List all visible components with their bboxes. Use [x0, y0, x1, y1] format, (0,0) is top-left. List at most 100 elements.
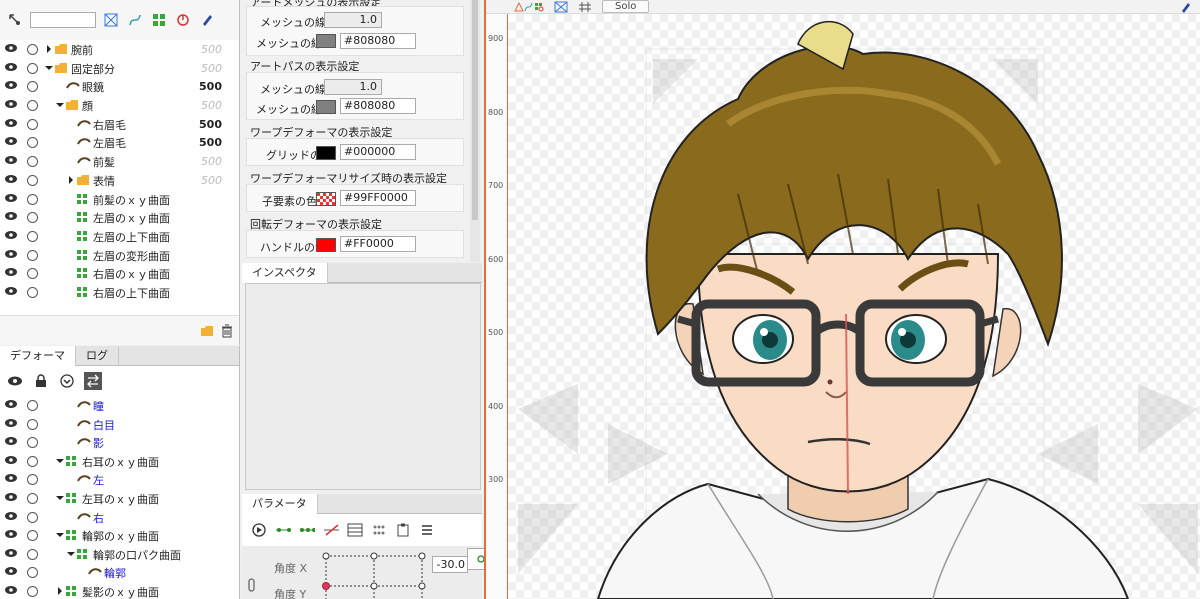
parts-row[interactable]: 右眉の上下曲面 — [0, 283, 239, 302]
visibility-eye-icon[interactable] — [4, 436, 18, 446]
link-icon[interactable] — [248, 578, 256, 592]
parts-row[interactable]: 顔 500 — [0, 96, 239, 115]
lock-toggle-circle[interactable] — [27, 492, 38, 504]
tab-inspector[interactable]: インスペクタ — [242, 263, 328, 283]
lock-toggle-circle[interactable] — [27, 100, 38, 112]
deformer-row[interactable]: 影 — [0, 433, 239, 452]
add-key-icon[interactable] — [274, 521, 292, 539]
deformer-row[interactable]: 右耳のｘｙ曲面 — [0, 452, 239, 471]
lock-toggle-circle[interactable] — [27, 511, 38, 523]
mesh-color-swatch[interactable] — [316, 34, 336, 48]
tab-parameter[interactable]: パラメータ — [242, 494, 318, 514]
deformer-row[interactable]: 左耳のｘｙ曲面 — [0, 489, 239, 508]
lock-toggle-circle[interactable] — [27, 548, 38, 560]
handle-color-input[interactable]: #FF0000 — [340, 236, 416, 252]
visibility-eye-icon[interactable] — [4, 267, 18, 277]
deformer-row[interactable]: 左 — [0, 470, 239, 489]
tab-log[interactable]: ログ — [76, 346, 119, 366]
lock-toggle-circle[interactable] — [27, 44, 38, 55]
parts-row[interactable]: 表情 500 — [0, 171, 239, 190]
visibility-eye-icon[interactable] — [4, 286, 18, 296]
visibility-eye-icon[interactable] — [4, 211, 18, 221]
deformer-row[interactable]: 白目 — [0, 415, 239, 434]
lock-toggle-circle[interactable] — [27, 137, 38, 149]
parts-row[interactable]: 左眉の上下曲面 — [0, 227, 239, 246]
canvas-view[interactable]: Solo 900 800 700 600 500 400 300 — [484, 0, 1200, 599]
visibility-eye-icon[interactable] — [4, 193, 18, 203]
parts-row[interactable]: 左眉毛 500 — [0, 133, 239, 152]
mesh-view-icon[interactable] — [554, 1, 568, 13]
lock-toggle-circle[interactable] — [27, 156, 38, 168]
lock-toggle-circle[interactable] — [27, 474, 38, 486]
lock-toggle-circle[interactable] — [27, 193, 38, 205]
visibility-eye-icon[interactable] — [4, 230, 18, 240]
grid-color-swatch[interactable] — [316, 146, 336, 160]
collapse-arrow-icon[interactable] — [45, 65, 53, 71]
visibility-eye-icon[interactable] — [4, 80, 18, 90]
search-mode-icon[interactable] — [6, 11, 24, 29]
grid-view-icon[interactable] — [578, 1, 592, 13]
lock-toggle-circle[interactable] — [27, 437, 38, 449]
eye-icon[interactable] — [6, 372, 24, 390]
tab-deformer[interactable]: デフォーマ — [0, 346, 76, 366]
swap-icon[interactable] — [84, 372, 102, 390]
deformer-row[interactable]: 輪郭の口パク曲面 — [0, 545, 239, 564]
parts-row[interactable]: 眼鏡 500 — [0, 77, 239, 96]
trash-icon[interactable] — [218, 322, 236, 340]
parts-search-input[interactable] — [30, 12, 96, 28]
artpath-color-swatch[interactable] — [316, 100, 336, 114]
visibility-eye-icon[interactable] — [4, 585, 18, 595]
parts-row[interactable]: 左眉の変形曲面 — [0, 246, 239, 265]
parts-row[interactable]: 右眉毛 500 — [0, 115, 239, 134]
settings-scrollbar-thumb[interactable] — [472, 0, 478, 220]
visibility-eye-icon[interactable] — [4, 155, 18, 165]
visibility-eye-icon[interactable] — [4, 473, 18, 483]
deformer-row[interactable]: 髪影のｘｙ曲面 — [0, 582, 239, 599]
deformer-row[interactable]: 瞳 — [0, 396, 239, 415]
visibility-eye-icon[interactable] — [4, 399, 18, 409]
lock-toggle-circle[interactable] — [27, 118, 38, 130]
artpath-color-input[interactable]: #808080 — [340, 98, 416, 114]
collapse-arrow-icon[interactable] — [56, 458, 64, 464]
lock-toggle-circle[interactable] — [27, 62, 38, 74]
deformer-row[interactable]: 輪郭のｘｙ曲面 — [0, 526, 239, 545]
visibility-eye-icon[interactable] — [4, 43, 18, 53]
pen-tool-icon[interactable] — [1180, 1, 1192, 13]
add-three-keys-icon[interactable] — [298, 521, 316, 539]
visibility-eye-icon[interactable] — [4, 249, 18, 259]
key-table-icon[interactable] — [346, 521, 364, 539]
collapse-arrow-icon[interactable] — [56, 532, 64, 538]
parts-row[interactable]: 腕前 500 — [0, 40, 239, 59]
collapse-arrow-icon[interactable] — [56, 102, 64, 108]
chevron-down-circle-icon[interactable] — [58, 372, 76, 390]
rotation-filter-icon[interactable] — [174, 11, 192, 29]
art-path-filter-icon[interactable] — [126, 11, 144, 29]
solo-button[interactable]: Solo — [602, 0, 650, 13]
lock-toggle-circle[interactable] — [27, 567, 38, 579]
lock-toggle-circle[interactable] — [27, 249, 38, 261]
grid-color-input[interactable]: #000000 — [340, 144, 416, 160]
lock-toggle-circle[interactable] — [27, 418, 38, 430]
visibility-eye-icon[interactable] — [4, 418, 18, 428]
mesh-color-input[interactable]: #808080 — [340, 33, 416, 49]
deformer-row[interactable]: 輪郭 — [0, 563, 239, 582]
visibility-eye-icon[interactable] — [4, 511, 18, 521]
visibility-eye-icon[interactable] — [4, 174, 18, 184]
visibility-eye-icon[interactable] — [4, 492, 18, 502]
visibility-eye-icon[interactable] — [4, 529, 18, 539]
warp-filter-icon[interactable] — [150, 11, 168, 29]
pen-filter-icon[interactable] — [198, 11, 216, 29]
lock-toggle-circle[interactable] — [27, 230, 38, 242]
visibility-eye-icon[interactable] — [4, 566, 18, 576]
lock-toggle-circle[interactable] — [27, 455, 38, 467]
visibility-eye-icon[interactable] — [4, 548, 18, 558]
lock-toggle-circle[interactable] — [27, 286, 38, 298]
angle-x-input[interactable]: -30.0 — [432, 556, 468, 573]
art-mesh-filter-icon[interactable] — [102, 11, 120, 29]
clipboard-icon[interactable] — [394, 521, 412, 539]
expand-arrow-icon[interactable] — [68, 175, 74, 184]
deformer-view-icon[interactable] — [514, 1, 544, 13]
parts-row[interactable]: 右眉のｘｙ曲面 — [0, 264, 239, 283]
expand-arrow-icon[interactable] — [57, 586, 63, 595]
child-color-swatch[interactable] — [316, 192, 336, 206]
